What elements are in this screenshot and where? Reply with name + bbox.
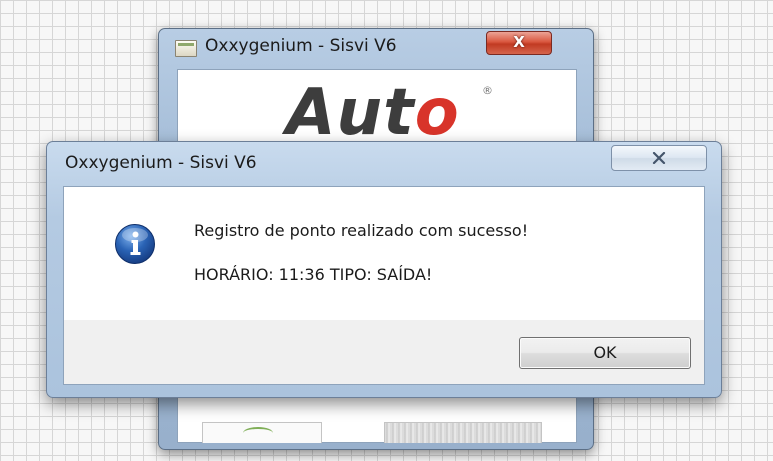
- dialog-close-button[interactable]: [611, 145, 707, 171]
- dialog-message-area: Registro de ponto realizado com sucesso!…: [63, 186, 705, 320]
- logo-registered-mark: ®: [482, 84, 493, 97]
- dialog-button-bar: OK: [63, 320, 705, 385]
- dialog-title: Oxxygenium - Sisvi V6: [65, 153, 257, 173]
- message-dialog: Oxxygenium - Sisvi V6 Registro de ponto …: [46, 141, 722, 398]
- background-window-title: Oxxygenium - Sisvi V6: [205, 36, 397, 56]
- dialog-detail-text: HORÁRIO: 11:36 TIPO: SAÍDA!: [194, 265, 433, 284]
- background-thumbnail-right: [384, 422, 542, 443]
- background-thumbnail-left: [202, 422, 322, 443]
- info-icon: [115, 224, 155, 264]
- background-window-titlebar[interactable]: Oxxygenium - Sisvi V6 X: [159, 29, 593, 63]
- ok-button[interactable]: OK: [519, 337, 691, 369]
- dialog-message-text: Registro de ponto realizado com sucesso!: [194, 221, 529, 240]
- logo-text-main: Aut: [286, 76, 415, 150]
- logo-text-accent: o: [414, 76, 460, 150]
- auto-logo: Auto: [286, 76, 460, 150]
- close-icon: [652, 152, 666, 164]
- app-window-icon: [175, 40, 197, 57]
- background-window-close-button[interactable]: X: [486, 31, 552, 55]
